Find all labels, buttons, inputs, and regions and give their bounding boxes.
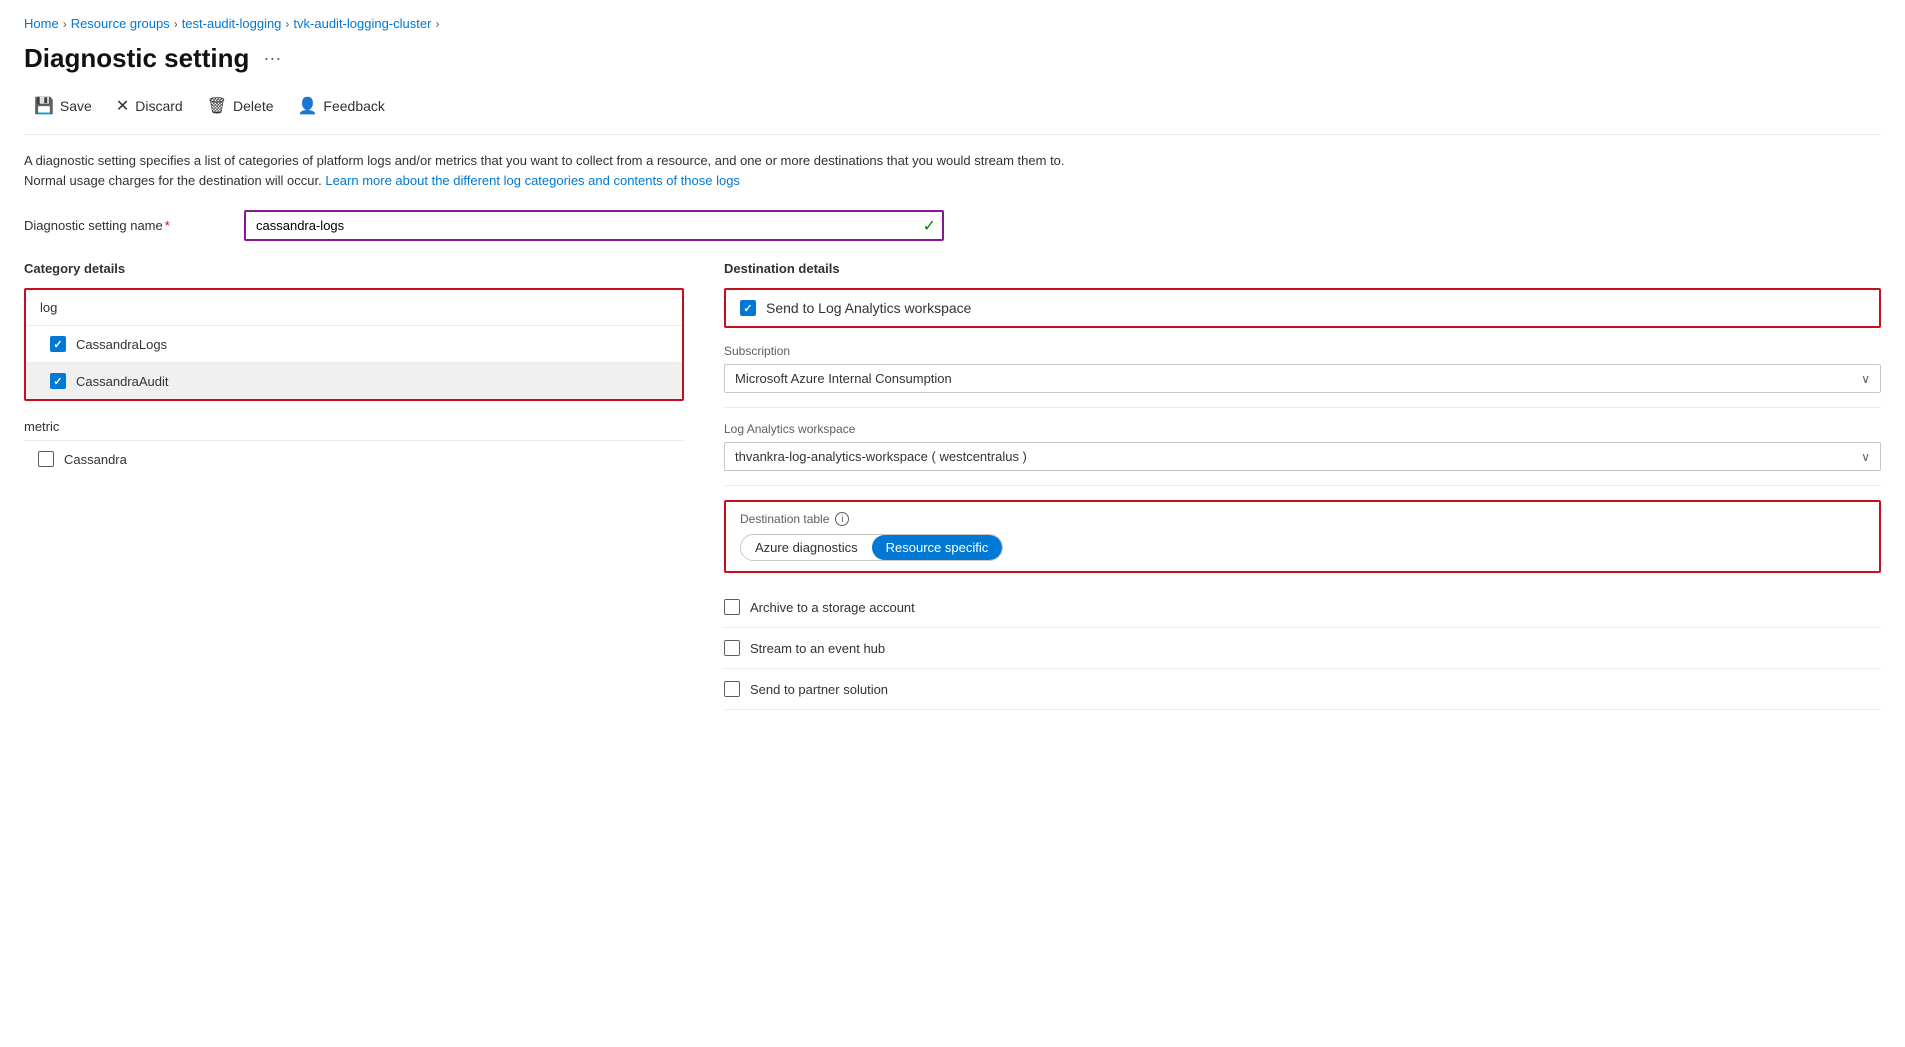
metric-group-header: metric [24,413,684,440]
breadcrumb-cluster[interactable]: tvk-audit-logging-cluster [293,16,431,31]
event-hub-checkbox[interactable] [724,640,740,656]
description-text: A diagnostic setting specifies a list of… [24,151,1074,190]
feedback-button[interactable]: 👤 Feedback [288,90,395,122]
log-analytics-dest-box: Send to Log Analytics workspace [724,288,1881,328]
cassandra-logs-item[interactable]: CassandraLogs [26,325,682,362]
archive-storage-label: Archive to a storage account [750,600,915,615]
destination-details-label: Destination details [724,261,1881,276]
log-group-header: log [26,290,682,325]
breadcrumb-test-audit[interactable]: test-audit-logging [182,16,282,31]
destination-table-info-icon[interactable]: i [835,512,849,526]
delete-icon: 🗑 [207,96,227,116]
right-column: Destination details Send to Log Analytic… [724,261,1881,710]
delete-button[interactable]: 🗑 Delete [197,90,284,122]
discard-icon: ✕ [116,96,129,116]
subscription-chevron-icon: ∨ [1861,372,1870,386]
metric-section: metric Cassandra [24,413,684,477]
workspace-chevron-icon: ∨ [1861,450,1870,464]
resource-specific-btn[interactable]: Resource specific [872,535,1003,560]
destination-table-label: Destination table i [740,512,1865,526]
ellipsis-menu-button[interactable]: ··· [257,46,287,71]
left-column: Category details log CassandraLogs Cassa… [24,261,684,477]
cassandra-metric-checkbox[interactable] [38,451,54,467]
breadcrumb-home[interactable]: Home [24,16,59,31]
log-analytics-label: Send to Log Analytics workspace [766,300,971,316]
subscription-select[interactable]: Microsoft Azure Internal Consumption ∨ [724,364,1881,393]
page-title: Diagnostic setting ··· [24,43,1881,74]
workspace-select[interactable]: thvankra-log-analytics-workspace ( westc… [724,442,1881,471]
partner-solution-checkbox[interactable] [724,681,740,697]
workspace-field: Log Analytics workspace thvankra-log-ana… [724,422,1881,486]
category-details-label: Category details [24,261,684,276]
diagnostic-name-input[interactable] [244,210,944,241]
feedback-icon: 👤 [298,96,318,116]
azure-diagnostics-btn[interactable]: Azure diagnostics [741,535,872,560]
cassandra-audit-label: CassandraAudit [76,374,169,389]
diagnostic-name-label: Diagnostic setting name* [24,218,244,233]
archive-storage-item[interactable]: Archive to a storage account [724,587,1881,628]
cassandra-metric-item[interactable]: Cassandra [24,440,684,477]
cassandra-metric-label: Cassandra [64,452,127,467]
category-log-box: log CassandraLogs CassandraAudit [24,288,684,401]
breadcrumb-sep-1: › [63,17,67,31]
event-hub-item[interactable]: Stream to an event hub [724,628,1881,669]
cassandra-audit-checkbox[interactable] [50,373,66,389]
cassandra-logs-label: CassandraLogs [76,337,167,352]
breadcrumb-sep-3: › [285,17,289,31]
learn-more-link[interactable]: Learn more about the different log categ… [325,173,740,188]
subscription-label: Subscription [724,344,1881,358]
breadcrumb-resource-groups[interactable]: Resource groups [71,16,170,31]
cassandra-audit-item[interactable]: CassandraAudit [26,362,682,399]
subscription-value: Microsoft Azure Internal Consumption [735,371,952,386]
archive-storage-checkbox[interactable] [724,599,740,615]
partner-solution-label: Send to partner solution [750,682,888,697]
diagnostic-name-field-row: Diagnostic setting name* ✓ [24,210,1881,241]
workspace-value: thvankra-log-analytics-workspace ( westc… [735,449,1027,464]
log-analytics-checkbox[interactable] [740,300,756,316]
check-icon: ✓ [923,216,936,236]
destination-table-box: Destination table i Azure diagnostics Re… [724,500,1881,573]
workspace-label: Log Analytics workspace [724,422,1881,436]
save-button[interactable]: 💾 Save [24,90,102,122]
save-icon: 💾 [34,96,54,116]
diagnostic-name-input-wrapper: ✓ [244,210,944,241]
partner-solution-item[interactable]: Send to partner solution [724,669,1881,710]
cassandra-logs-checkbox[interactable] [50,336,66,352]
destination-table-toggle: Azure diagnostics Resource specific [740,534,1003,561]
breadcrumb-sep-4: › [435,17,439,31]
main-content: Category details log CassandraLogs Cassa… [24,261,1881,710]
toolbar: 💾 Save ✕ Discard 🗑 Delete 👤 Feedback [24,90,1881,135]
subscription-field: Subscription Microsoft Azure Internal Co… [724,344,1881,408]
breadcrumb-sep-2: › [174,17,178,31]
breadcrumb: Home › Resource groups › test-audit-logg… [24,16,1881,31]
discard-button[interactable]: ✕ Discard [106,90,193,122]
event-hub-label: Stream to an event hub [750,641,885,656]
